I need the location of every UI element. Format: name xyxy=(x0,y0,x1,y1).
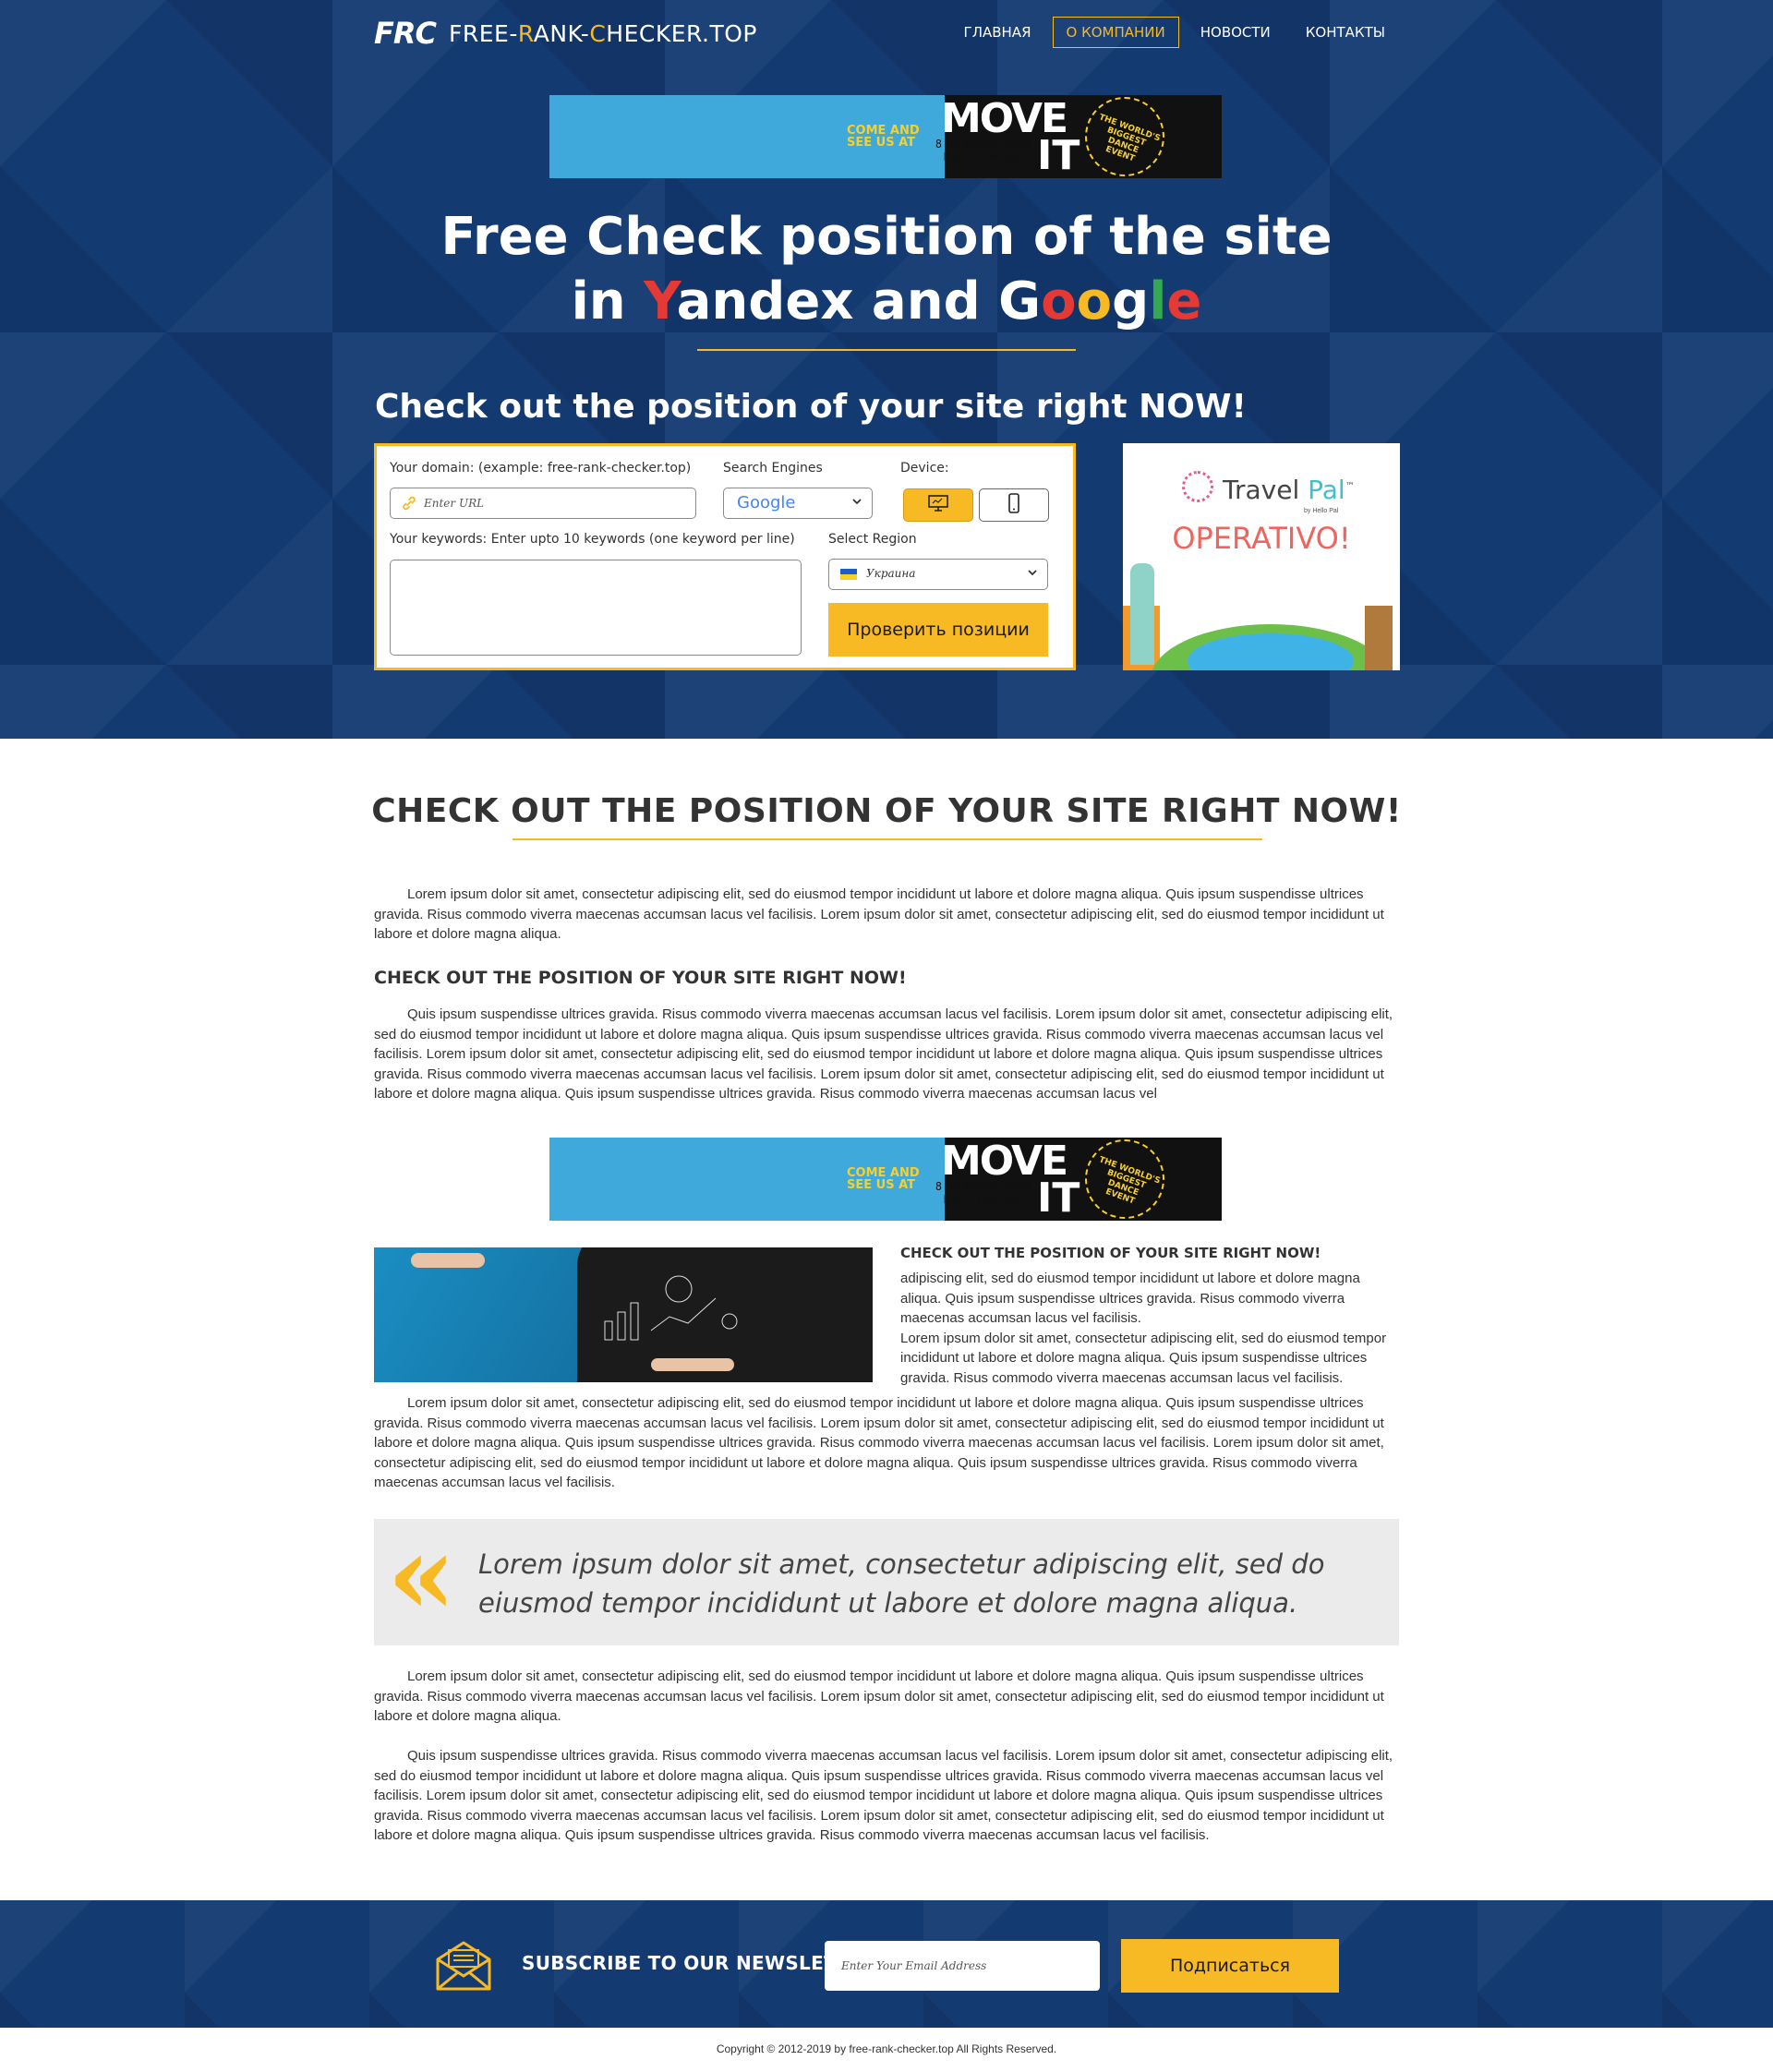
region-select[interactable]: Украина xyxy=(828,559,1048,590)
travelpal-by: by Hello Pal xyxy=(1304,508,1339,514)
building-icon xyxy=(1365,606,1393,670)
banner-it-text: IT xyxy=(1037,1175,1080,1221)
logo-mark: FRC xyxy=(374,16,437,51)
region-label: Select Region xyxy=(828,532,917,547)
newsletter-section: SUBSCRIBE TO OUR NEWSLETTER Подписаться xyxy=(0,1900,1773,2028)
image-hand-right xyxy=(651,1358,734,1371)
envelope-icon xyxy=(436,1941,491,1991)
yandex-y: Y xyxy=(644,271,677,331)
banner-it-text: IT xyxy=(1037,132,1080,178)
main-title-underline xyxy=(513,838,1262,840)
mid-ad-banner[interactable]: COME AND SEE US AT 8 -10 MARCH 2019 EXCE… xyxy=(549,1138,1222,1221)
main-nav: ГЛАВНАЯ О КОМПАНИИ НОВОСТИ КОНТАКТЫ xyxy=(950,17,1399,48)
travelpal-status: OPERATIVO! xyxy=(1172,521,1351,556)
side-ad-banner[interactable]: Travel Pal™ by Hello Pal OPERATIVO! xyxy=(1123,443,1400,670)
content-paragraph-5: Quis ipsum suspendisse ultrices gravida.… xyxy=(374,1748,1393,1843)
link-icon xyxy=(402,496,416,511)
content-paragraph-2: Quis ipsum suspendisse ultrices gravida.… xyxy=(374,1006,1393,1102)
url-field xyxy=(390,488,696,519)
hero-section: FRC FREE-RANK-CHECKER.TOP ГЛАВНАЯ О КОМП… xyxy=(0,0,1773,739)
region-value: Украина xyxy=(866,567,916,580)
article-image xyxy=(374,1247,873,1382)
nav-home[interactable]: ГЛАВНАЯ xyxy=(950,17,1045,48)
desktop-icon xyxy=(927,494,949,517)
domain-label: Your domain: (example: free-rank-checker… xyxy=(390,461,692,476)
quote-mark-icon: « xyxy=(387,1510,456,1640)
logo-text: FREE-RANK-CHECKER.TOP xyxy=(448,19,757,47)
content-paragraph-3: Lorem ipsum dolor sit amet, consectetur … xyxy=(374,1395,1384,1490)
footer-copyright: Copyright © 2012-2019 by free-rank-check… xyxy=(716,2042,1057,2055)
subscribe-button[interactable]: Подписаться xyxy=(1121,1939,1339,1993)
blockquote: « Lorem ipsum dolor sit amet, consectetu… xyxy=(374,1515,1399,1645)
device-label: Device: xyxy=(900,461,949,476)
statue-of-liberty-icon xyxy=(1130,563,1154,665)
form-heading: Check out the position of your site righ… xyxy=(375,388,1247,426)
chevron-down-icon xyxy=(851,495,862,510)
travelpal-logo-icon xyxy=(1182,471,1213,502)
engines-label: Search Engines xyxy=(723,461,823,476)
nav-contacts[interactable]: КОНТАКТЫ xyxy=(1292,17,1399,48)
keywords-label: Your keywords: Enter upto 10 keywords (o… xyxy=(390,532,795,547)
hero-title-line1: Free Check position of the site xyxy=(440,207,1333,267)
desktop-device-button[interactable] xyxy=(903,488,973,522)
content-subheading: CHECK OUT THE POSITION OF YOUR SITE RIGH… xyxy=(374,968,907,988)
ukraine-flag-icon xyxy=(840,569,857,580)
banner-come-text: COME AND SEE US AT xyxy=(847,1166,920,1192)
check-positions-button[interactable]: Проверить позиции xyxy=(828,603,1048,657)
banner-come-text: COME AND SEE US AT xyxy=(847,124,920,150)
content-paragraph-4: Lorem ipsum dolor sit amet, consectetur … xyxy=(374,1668,1384,1724)
engine-select[interactable]: Google xyxy=(723,488,873,519)
hero-title: Free Check position of the site in Yande… xyxy=(440,207,1333,331)
hero-underline xyxy=(697,349,1076,351)
nav-about[interactable]: О КОМПАНИИ xyxy=(1052,17,1179,48)
keywords-textarea[interactable] xyxy=(390,560,802,656)
newsletter-email-input[interactable] xyxy=(825,1941,1100,1991)
url-input[interactable] xyxy=(424,488,682,518)
travelpal-brand: Travel Pal™ xyxy=(1223,475,1355,505)
rank-check-form: Your domain: (example: free-rank-checker… xyxy=(374,443,1076,670)
engine-select-value: Google xyxy=(737,493,795,512)
image-chart-sketch xyxy=(604,1275,738,1341)
mobile-icon xyxy=(1007,492,1020,518)
image-hand-left xyxy=(411,1253,485,1268)
google-word: Google xyxy=(998,271,1202,331)
nav-news[interactable]: НОВОСТИ xyxy=(1187,17,1285,48)
side-paragraph: adipiscing elit, sed do eiusmod tempor i… xyxy=(900,1271,1387,1386)
site-logo[interactable]: FRC FREE-RANK-CHECKER.TOP xyxy=(374,16,757,51)
top-ad-banner[interactable]: COME AND SEE US AT 8 -10 MARCH 2019 EXCE… xyxy=(549,95,1222,178)
content-paragraph-1: Lorem ipsum dolor sit amet, consectetur … xyxy=(374,886,1384,942)
main-title: CHECK OUT THE POSITION OF YOUR SITE RIGH… xyxy=(371,792,1402,830)
mobile-device-button[interactable] xyxy=(979,488,1049,522)
side-subheading: CHECK OUT THE POSITION OF YOUR SITE RIGH… xyxy=(900,1245,1321,1261)
quote-text: Lorem ipsum dolor sit amet, consectetur … xyxy=(478,1548,1325,1619)
engine-value: Google xyxy=(737,493,796,512)
chevron-down-icon xyxy=(1027,566,1038,581)
